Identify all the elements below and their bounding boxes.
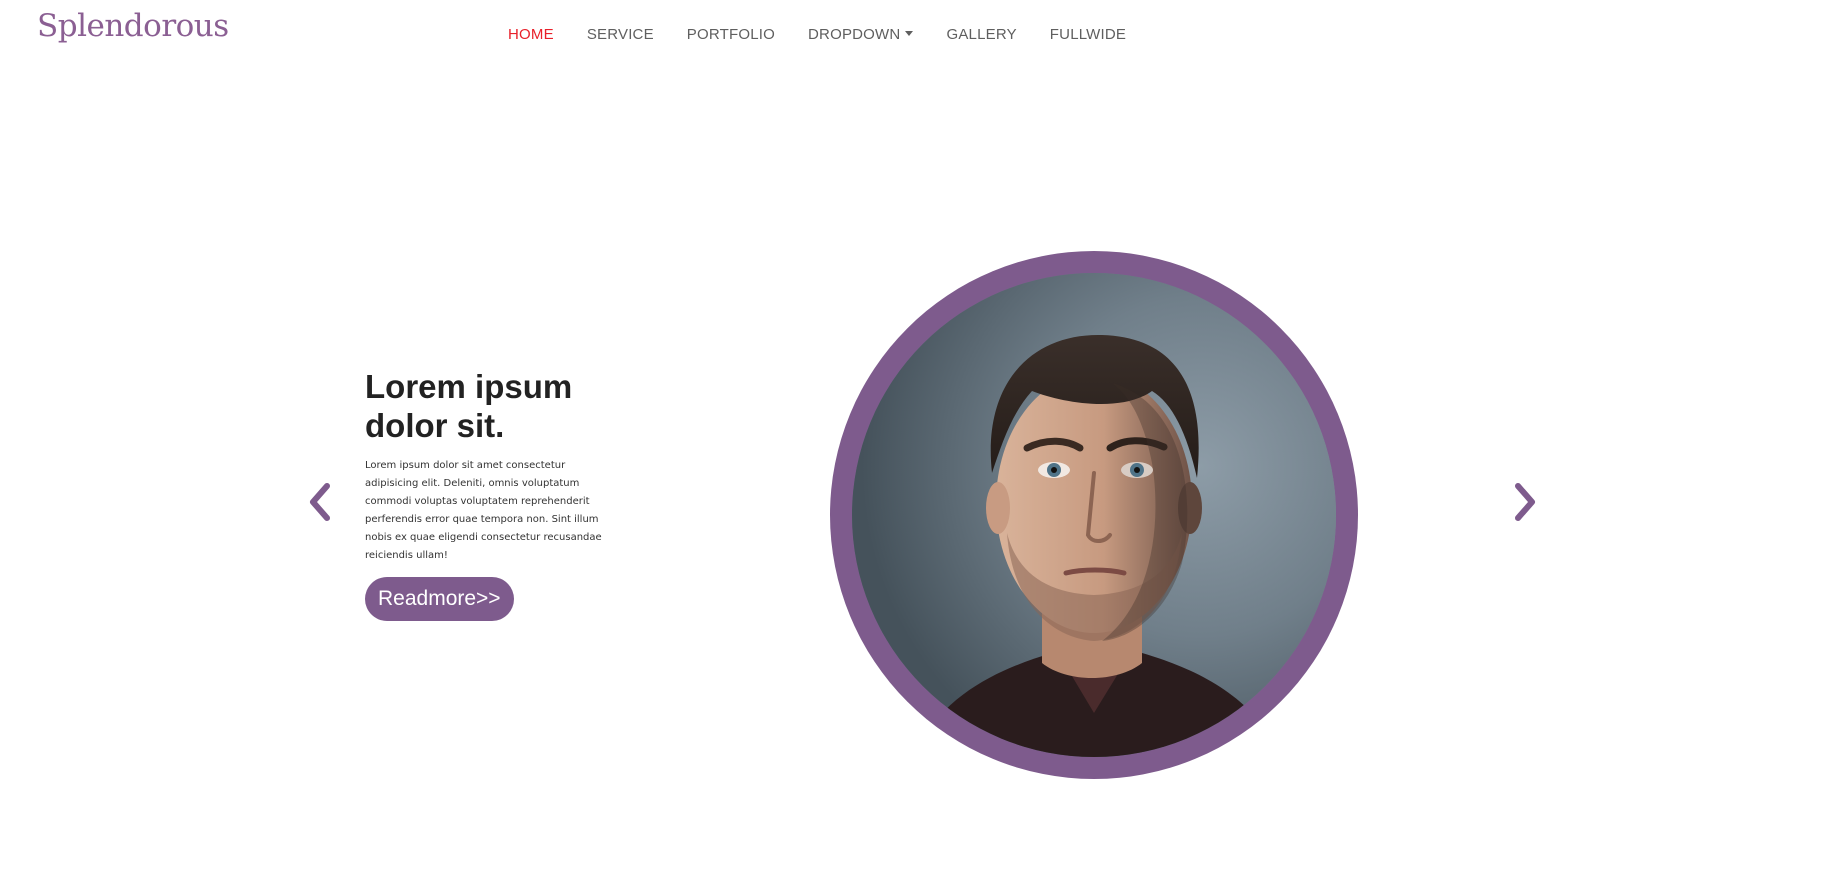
nav-item-label: SERVICE bbox=[586, 26, 654, 43]
nav-item-label: PORTFOLIO bbox=[686, 26, 776, 43]
slide-description: Lorem ipsum dolor sit amet consectetur a… bbox=[365, 460, 602, 561]
page: Splendorous HOME SERVICE PORTFOLIO DROPD… bbox=[0, 0, 1847, 869]
nav-item-label: DROPDOWN bbox=[808, 26, 901, 43]
slide-title-line1: Lorem ipsum bbox=[365, 368, 573, 405]
portrait-photo bbox=[852, 273, 1336, 757]
nav-item-portfolio[interactable]: PORTFOLIO bbox=[687, 26, 775, 43]
portrait-illustration bbox=[852, 273, 1336, 757]
nav-item-label: HOME bbox=[508, 26, 554, 43]
slide-title-line2: dolor sit. bbox=[365, 407, 505, 444]
main-nav: HOME SERVICE PORTFOLIO DROPDOWN GALLERY … bbox=[508, 26, 1159, 43]
chevron-right-icon bbox=[1515, 483, 1535, 521]
slide-title: Lorem ipsum dolor sit. bbox=[365, 367, 615, 445]
nav-item-service[interactable]: SERVICE bbox=[587, 26, 654, 43]
nav-item-fullwide[interactable]: FULLWIDE bbox=[1050, 26, 1126, 43]
chevron-left-icon bbox=[310, 483, 330, 521]
slide-caption: Lorem ipsum dolor sit. Lorem ipsum dolor… bbox=[365, 367, 615, 621]
nav-item-label: GALLERY bbox=[946, 26, 1017, 43]
carousel-prev-button[interactable] bbox=[303, 478, 337, 526]
nav-item-label: FULLWIDE bbox=[1049, 26, 1127, 43]
nav-item-gallery[interactable]: GALLERY bbox=[946, 26, 1016, 43]
portrait-frame bbox=[830, 251, 1358, 779]
carousel-next-button[interactable] bbox=[1508, 478, 1542, 526]
brand-logo[interactable]: Splendorous bbox=[37, 8, 229, 44]
readmore-button[interactable]: Readmore>> bbox=[365, 577, 514, 621]
nav-item-dropdown[interactable]: DROPDOWN bbox=[808, 26, 914, 43]
nav-item-home[interactable]: HOME bbox=[508, 26, 554, 43]
caret-down-icon bbox=[905, 31, 914, 36]
